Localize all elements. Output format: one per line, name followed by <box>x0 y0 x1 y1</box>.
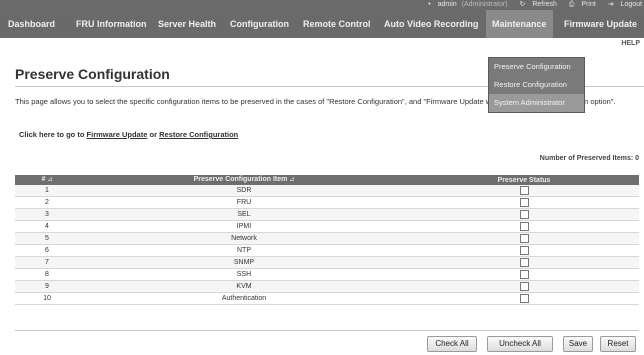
logout-link[interactable]: ⇥ Logout <box>603 1 642 8</box>
uncheck-all-button[interactable]: Uncheck All <box>487 336 553 352</box>
preserve-checkbox[interactable] <box>519 293 529 303</box>
row-item: IPMI <box>79 220 409 233</box>
help-link[interactable]: HELP <box>621 40 640 47</box>
user-label: • admin (Administrator) <box>428 1 508 8</box>
nav-auto-video-recording[interactable]: Auto Video Recording <box>384 10 478 38</box>
row-number: 2 <box>15 196 79 209</box>
nav-server-health[interactable]: Server Health <box>158 10 216 38</box>
column-header-number[interactable]: # ⊿ <box>15 175 79 185</box>
nav-remote-control[interactable]: Remote Control <box>303 10 371 38</box>
nav-maintenance[interactable]: Maintenance <box>486 10 553 38</box>
restore-configuration-link[interactable]: Restore Configuration <box>159 130 238 139</box>
preserve-checkbox[interactable] <box>519 257 529 267</box>
goto-links: Click here to go to Firmware Update or R… <box>19 130 238 139</box>
table-row: 10 Authentication <box>15 292 639 305</box>
row-number: 7 <box>15 256 79 269</box>
user-name: admin <box>437 1 457 8</box>
row-item: Authentication <box>79 292 409 305</box>
main-navbar: Dashboard FRU Information Server Health … <box>0 10 644 38</box>
menu-item-preserve-configuration[interactable]: Preserve Configuration <box>489 58 584 76</box>
table-row: 4 IPMI <box>15 220 639 233</box>
maintenance-dropdown: Preserve Configuration Restore Configura… <box>488 57 585 113</box>
refresh-icon: ↻ <box>519 1 526 8</box>
goto-prefix: Click here to go to <box>19 130 85 139</box>
table-row: 2 FRU <box>15 196 639 209</box>
preserve-checkbox[interactable] <box>519 233 529 243</box>
print-icon: ⎙ <box>568 1 575 8</box>
sort-icon: ⊿ <box>289 177 295 183</box>
nav-dashboard[interactable]: Dashboard <box>8 10 55 38</box>
save-button[interactable]: Save <box>563 336 593 352</box>
column-header-number-label: # <box>41 176 46 183</box>
row-item: KVM <box>79 280 409 293</box>
column-header-item[interactable]: Preserve Configuration Item ⊿ <box>79 175 409 185</box>
row-item: SNMP <box>79 256 409 269</box>
preserve-checkbox[interactable] <box>519 221 529 231</box>
column-header-status: Preserve Status <box>409 175 639 185</box>
table-row: 9 KVM <box>15 280 639 293</box>
refresh-link[interactable]: ↻ Refresh <box>515 1 557 8</box>
row-status <box>409 292 639 305</box>
bottom-divider <box>15 330 639 331</box>
row-number: 6 <box>15 244 79 257</box>
menu-item-restore-configuration[interactable]: Restore Configuration <box>489 76 584 94</box>
preserve-config-table: # ⊿ Preserve Configuration Item ⊿ Preserve… <box>15 175 639 305</box>
nav-firmware-update[interactable]: Firmware Update <box>564 10 637 38</box>
menu-item-system-administrator[interactable]: System Administrator <box>489 94 584 112</box>
row-item: FRU <box>79 196 409 209</box>
row-number: 1 <box>15 185 79 197</box>
table-row: 5 Network <box>15 232 639 245</box>
row-status <box>409 185 639 197</box>
preserve-checkbox[interactable] <box>519 269 529 279</box>
table-row: 3 SEL <box>15 208 639 221</box>
row-number: 8 <box>15 268 79 281</box>
nav-configuration[interactable]: Configuration <box>230 10 289 38</box>
row-status <box>409 220 639 233</box>
logout-icon: ⇥ <box>607 1 614 8</box>
column-header-item-label: Preserve Configuration Item <box>193 176 288 183</box>
table-row: 6 NTP <box>15 244 639 257</box>
row-item: SSH <box>79 268 409 281</box>
table-header-row: # ⊿ Preserve Configuration Item ⊿ Preserve… <box>15 175 639 185</box>
logout-label: Logout <box>620 1 642 8</box>
row-number: 4 <box>15 220 79 233</box>
table-row: 1 SDR <box>15 185 639 197</box>
nav-fru-information[interactable]: FRU Information <box>76 10 147 38</box>
row-status <box>409 280 639 293</box>
row-status <box>409 244 639 257</box>
row-status <box>409 268 639 281</box>
row-item: Network <box>79 232 409 245</box>
print-label: Print <box>581 1 596 8</box>
row-number: 10 <box>15 292 79 305</box>
reset-button[interactable]: Reset <box>600 336 636 352</box>
row-status <box>409 232 639 245</box>
check-all-button[interactable]: Check All <box>427 336 477 352</box>
page-title: Preserve Configuration <box>15 66 170 82</box>
row-number: 3 <box>15 208 79 221</box>
top-utility-bar: • admin (Administrator) ↻ Refresh ⎙ Print… <box>0 0 644 10</box>
sort-icon: ⊿ <box>47 177 53 183</box>
preserve-checkbox[interactable] <box>519 281 529 291</box>
row-status <box>409 196 639 209</box>
row-status <box>409 256 639 269</box>
table-row: 7 SNMP <box>15 256 639 269</box>
user-role: (Administrator) <box>461 1 508 8</box>
preserve-checkbox[interactable] <box>519 245 529 255</box>
print-link[interactable]: ⎙ Print <box>564 1 596 8</box>
preserved-items-count: Number of Preserved Items: 0 <box>539 155 639 162</box>
preserve-checkbox[interactable] <box>519 197 529 207</box>
firmware-update-link[interactable]: Firmware Update <box>87 130 148 139</box>
row-item: SEL <box>79 208 409 221</box>
row-number: 9 <box>15 280 79 293</box>
row-status <box>409 208 639 221</box>
row-item: SDR <box>79 185 409 197</box>
utility-links: • admin (Administrator) ↻ Refresh ⎙ Print… <box>423 0 642 10</box>
refresh-label: Refresh <box>532 1 557 8</box>
preserve-checkbox[interactable] <box>519 209 529 219</box>
row-number: 5 <box>15 232 79 245</box>
goto-or: or <box>149 130 157 139</box>
row-item: NTP <box>79 244 409 257</box>
table-row: 8 SSH <box>15 268 639 281</box>
preserve-checkbox[interactable] <box>519 185 529 195</box>
